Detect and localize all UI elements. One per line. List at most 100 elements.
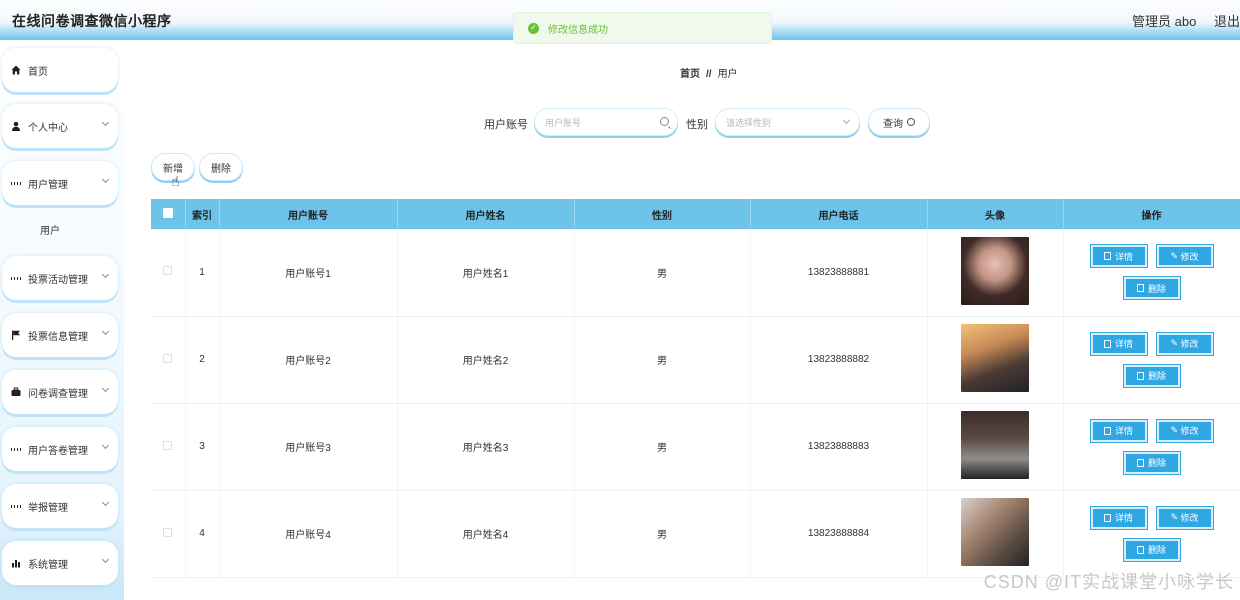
row-actions: 详情 ✎ 修改 删除 (1064, 244, 1240, 301)
header-user-area: 管理员 abo 退出 (1118, 11, 1240, 30)
app-title: 在线问卷调查微信小程序 (12, 13, 172, 29)
delete-button[interactable]: 删除 (1122, 363, 1181, 388)
pencil-icon: ✎ (1170, 338, 1181, 348)
delete-button[interactable]: 删除 (1122, 537, 1181, 562)
pencil-icon: ✎ (1170, 425, 1181, 435)
sidebar-item-report[interactable]: 举报管理 (2, 484, 118, 528)
sidebar-item-label: 用户管理 (28, 179, 68, 191)
home-icon (11, 65, 21, 75)
flag-icon (11, 330, 21, 340)
cell-phone: 13823888882 (750, 316, 928, 404)
sidebar-item-user-answers[interactable]: 用户答卷管理 (2, 427, 118, 471)
cell-gender: 男 (574, 316, 751, 404)
chevron-down-icon (101, 118, 110, 127)
table-row: 1 用户账号1 用户姓名1 男 13823888881 详情 ✎ 修改 删除 (151, 229, 1240, 317)
row-actions: 详情 ✎ 修改 删除 (1064, 418, 1240, 475)
detail-button[interactable]: 详情 (1089, 505, 1148, 530)
cell-account: 用户账号3 (219, 403, 398, 491)
detail-label: 详情 (1114, 251, 1133, 262)
logout-link[interactable]: 退出 (1214, 14, 1240, 29)
query-button-label: 查询 (883, 118, 903, 130)
gender-select-placeholder: 请选择性别 (726, 117, 772, 128)
chevron-down-icon (101, 384, 110, 393)
account-search-input[interactable]: 用户账号 (534, 108, 678, 136)
grid-icon (11, 501, 21, 511)
sidebar-item-survey[interactable]: 问卷调查管理 (2, 370, 118, 414)
chevron-down-icon (101, 327, 110, 336)
header-index: 索引 (185, 199, 220, 229)
sidebar-item-user-management[interactable]: 用户管理 (2, 161, 118, 205)
delete-label: 删除 (1147, 371, 1166, 381)
cell-name: 用户姓名1 (397, 229, 575, 317)
bar-chart-icon (11, 558, 21, 568)
query-button[interactable]: 查询 (868, 108, 930, 136)
row-checkbox[interactable] (163, 353, 173, 363)
document-icon (1103, 252, 1111, 261)
batch-delete-button-label: 删除 (211, 163, 231, 175)
gender-select[interactable]: 请选择性别 (715, 108, 860, 136)
search-icon (660, 117, 669, 126)
sidebar-item-label: 首页 (28, 66, 48, 78)
edit-button[interactable]: ✎ 修改 (1155, 331, 1214, 356)
sidebar-item-personal-center[interactable]: 个人中心 (2, 104, 118, 148)
cell-index: 4 (185, 490, 220, 578)
edit-button[interactable]: ✎ 修改 (1155, 505, 1214, 530)
sidebar-item-home[interactable]: 首页 (2, 48, 118, 92)
sidebar-item-system[interactable]: 系统管理 (2, 541, 118, 585)
sidebar-item-vote-info[interactable]: 投票信息管理 (2, 313, 118, 357)
sidebar-item-label: 投票活动管理 (28, 274, 88, 286)
header-account: 用户账号 (219, 199, 398, 229)
edit-label: 修改 (1180, 513, 1199, 523)
cell-gender: 男 (574, 403, 751, 491)
user-avatar (961, 324, 1029, 392)
row-actions: 详情 ✎ 修改 删除 (1064, 331, 1240, 388)
table-row: 3 用户账号3 用户姓名3 男 13823888883 详情 ✎ 修改 删除 (151, 403, 1240, 491)
cell-gender: 男 (574, 229, 751, 317)
select-all-checkbox[interactable] (162, 207, 173, 218)
row-checkbox[interactable] (163, 266, 173, 276)
cell-gender: 男 (574, 490, 751, 578)
success-check-icon: ✓ (528, 22, 539, 34)
chevron-down-icon (842, 116, 851, 125)
breadcrumb: 首页 // 用户 (680, 65, 738, 80)
document-icon (1103, 513, 1111, 522)
breadcrumb-current: 用户 (717, 69, 738, 80)
detail-button[interactable]: 详情 (1089, 418, 1148, 443)
grid-icon (11, 273, 21, 283)
cell-account: 用户账号1 (219, 229, 398, 317)
edit-button[interactable]: ✎ 修改 (1155, 244, 1214, 269)
delete-button[interactable]: 删除 (1122, 276, 1181, 301)
delete-button[interactable]: 删除 (1122, 450, 1181, 475)
cell-account: 用户账号2 (219, 316, 398, 404)
success-toast: ✓ 修改信息成功 (513, 12, 772, 44)
row-checkbox[interactable] (163, 527, 173, 537)
pencil-icon: ✎ (1170, 512, 1181, 522)
edit-label: 修改 (1180, 339, 1199, 349)
breadcrumb-separator: // (706, 69, 712, 80)
batch-delete-button[interactable]: 删除 (199, 153, 243, 181)
chevron-down-icon (101, 441, 110, 450)
edit-button[interactable]: ✎ 修改 (1155, 418, 1214, 443)
cell-name: 用户姓名2 (397, 316, 575, 404)
header-phone: 用户电话 (750, 199, 928, 229)
table-header-row: 索引 用户账号 用户姓名 性别 用户电话 头像 操作 (151, 199, 1240, 229)
breadcrumb-home[interactable]: 首页 (680, 69, 700, 80)
header-name: 用户姓名 (397, 199, 575, 229)
delete-label: 删除 (1147, 545, 1166, 555)
detail-button[interactable]: 详情 (1089, 331, 1148, 356)
sidebar-subitem-user[interactable]: 用户 (0, 212, 124, 246)
row-checkbox[interactable] (163, 440, 173, 450)
sidebar-item-vote-activity[interactable]: 投票活动管理 (2, 256, 118, 300)
select-all-cell[interactable] (151, 199, 186, 229)
edit-label: 修改 (1180, 251, 1199, 262)
chevron-down-icon (101, 175, 110, 184)
cell-index: 2 (185, 316, 220, 404)
document-icon (1103, 426, 1111, 435)
detail-button[interactable]: 详情 (1089, 244, 1148, 269)
user-avatar (961, 236, 1029, 305)
trash-icon (1136, 371, 1144, 380)
edit-label: 修改 (1180, 426, 1199, 436)
chevron-down-icon (101, 270, 110, 279)
user-table: 索引 用户账号 用户姓名 性别 用户电话 头像 操作 1 用户账号1 用户姓名1… (151, 199, 1240, 578)
sidebar-item-label: 用户答卷管理 (28, 445, 88, 457)
